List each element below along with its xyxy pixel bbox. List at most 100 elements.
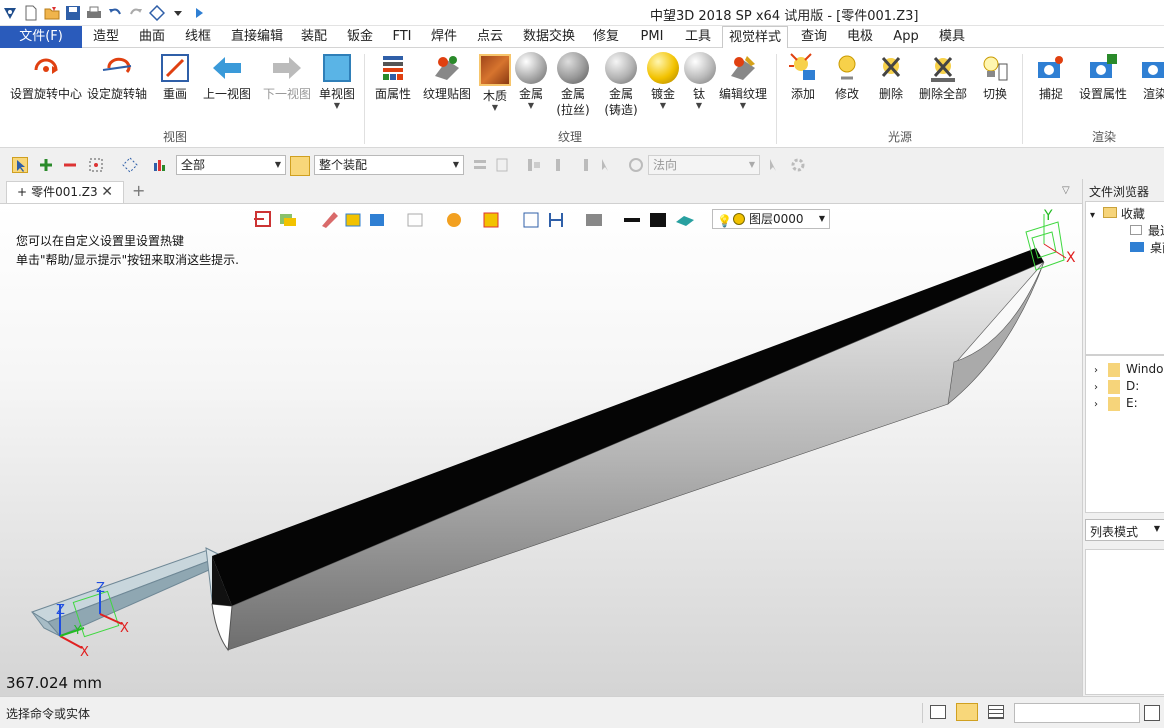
settings-gear-icon[interactable] — [790, 157, 806, 173]
eraser-icon[interactable] — [322, 212, 338, 228]
filter-select[interactable]: 全部 ▼ — [176, 155, 286, 175]
favorite-desktop[interactable]: 桌面 — [1130, 239, 1164, 256]
list-view-icon[interactable] — [988, 705, 1004, 719]
menu-surface[interactable]: 曲面 — [136, 26, 168, 48]
menu-assembly[interactable]: 装配 — [298, 26, 330, 48]
layer-select[interactable]: 💡 图层0000 ▼ — [712, 209, 830, 229]
drive-e[interactable]: › E: — [1094, 396, 1138, 411]
gold-plating-button[interactable]: 镀金 ▼ — [646, 52, 680, 110]
snap-right-icon[interactable] — [574, 157, 590, 173]
file-list-panel[interactable] — [1085, 549, 1164, 695]
menu-modeling[interactable]: 造型 — [90, 26, 122, 48]
display-mode-icon[interactable] — [956, 703, 978, 721]
lasso-select-icon[interactable] — [122, 157, 138, 173]
menu-direct-edit[interactable]: 直接编辑 — [228, 26, 286, 48]
menu-mold[interactable]: 模具 — [936, 26, 968, 48]
dimension-icon[interactable] — [549, 213, 563, 227]
expand-icon[interactable] — [1144, 705, 1160, 721]
single-view-button[interactable]: 单视图 ▼ — [318, 52, 356, 110]
remove-icon[interactable] — [62, 157, 78, 173]
menu-point-cloud[interactable]: 点云 — [474, 26, 506, 48]
tab-list-icon[interactable]: ▽ — [1062, 185, 1070, 196]
menu-file[interactable]: 文件(F) — [0, 26, 82, 48]
menu-weldment[interactable]: 焊件 — [428, 26, 460, 48]
pointer-icon[interactable] — [598, 157, 614, 173]
close-tab-icon[interactable]: ✕ — [101, 182, 113, 202]
play-arrow-icon[interactable] — [191, 5, 207, 21]
layout-icon[interactable] — [930, 705, 946, 719]
menu-app[interactable]: App — [890, 26, 922, 48]
section-icon[interactable] — [447, 213, 461, 227]
drive-d[interactable]: › D: — [1094, 379, 1139, 394]
drive-windows[interactable]: ›Windows — [1094, 362, 1164, 377]
menu-pmi[interactable]: PMI — [634, 26, 670, 48]
render-button[interactable]: 渲染 — [1138, 52, 1164, 102]
save-icon[interactable] — [65, 5, 81, 21]
menu-visual-style[interactable]: 视觉样式 — [722, 26, 788, 49]
next-view-button[interactable]: 下一视图 — [262, 52, 312, 102]
align-icon[interactable] — [472, 157, 488, 173]
wireframe-cube-icon[interactable] — [407, 213, 423, 227]
snap-left-icon[interactable] — [526, 157, 542, 173]
texture-map-button[interactable]: 纹理贴图 — [422, 52, 472, 102]
blade-model[interactable]: Y X Z Z X X Y — [0, 204, 1082, 696]
snap-center-icon[interactable] — [550, 157, 566, 173]
edit-texture-button[interactable]: 编辑纹理 ▼ — [716, 52, 770, 110]
pick-cursor-icon[interactable] — [12, 157, 28, 173]
new-tab-icon[interactable]: + — [132, 181, 145, 200]
titanium-button[interactable]: 钛 ▼ — [684, 52, 716, 110]
open-folder-icon[interactable] — [44, 5, 60, 21]
modify-light-button[interactable]: 修改 — [830, 52, 864, 102]
color-swatch-icon[interactable] — [650, 213, 666, 227]
material-icon[interactable] — [676, 216, 694, 226]
brushed-metal-button[interactable]: 金属 (拉丝) — [552, 52, 594, 118]
menu-fti[interactable]: FTI — [388, 26, 416, 48]
shaded-cube-icon[interactable] — [370, 214, 384, 226]
layers-icon[interactable] — [280, 214, 296, 226]
box-color-icon[interactable] — [345, 213, 361, 227]
dropdown-arrow-icon[interactable] — [170, 5, 186, 21]
add-icon[interactable] — [38, 157, 54, 173]
redraw-button[interactable]: 重画 — [158, 52, 192, 102]
delete-light-button[interactable]: 删除 — [874, 52, 908, 102]
box-select-icon[interactable] — [88, 157, 104, 173]
select-mode-icon[interactable] — [148, 4, 166, 22]
3d-viewport[interactable]: Y X Z Z X X Y 您可以在自定义设置里设置热键 单击"帮助/显示提示"… — [0, 203, 1082, 696]
capture-button[interactable]: 捕捉 — [1034, 52, 1068, 102]
menu-inquiry[interactable]: 查询 — [798, 26, 830, 48]
pick-pointer-icon[interactable] — [766, 157, 782, 173]
direction-select[interactable]: 法向 ▼ — [648, 155, 760, 175]
menu-tools[interactable]: 工具 — [682, 26, 714, 48]
add-light-button[interactable]: 添加 — [786, 52, 820, 102]
render-mode-icon[interactable] — [483, 212, 499, 228]
metal-texture-button[interactable]: 金属 ▼ — [514, 52, 548, 110]
wood-texture-button[interactable]: 木质 ▼ — [478, 54, 512, 112]
app-logo-icon[interactable] — [2, 5, 18, 21]
command-input[interactable] — [1014, 703, 1140, 723]
menu-sheet-metal[interactable]: 钣金 — [344, 26, 376, 48]
menu-wireframe[interactable]: 线框 — [182, 26, 214, 48]
menu-repair[interactable]: 修复 — [590, 26, 622, 48]
render-properties-button[interactable]: 设置属性 — [1076, 52, 1130, 102]
new-file-icon[interactable] — [23, 5, 39, 21]
previous-view-button[interactable]: 上一视图 — [202, 52, 252, 102]
print-icon[interactable] — [86, 5, 102, 21]
exit-icon[interactable] — [254, 211, 271, 227]
view-mode-select[interactable]: 列表模式 ▼ — [1085, 519, 1164, 541]
tab-part001[interactable]: + 零件001.Z3 ✕ — [6, 181, 124, 203]
line-style-icon[interactable] — [624, 218, 640, 222]
set-rotation-axis-button[interactable]: 设定旋转轴 — [86, 52, 148, 102]
cast-metal-button[interactable]: 金属 (铸造) — [600, 52, 642, 118]
background-icon[interactable] — [586, 214, 602, 226]
distribute-icon[interactable] — [494, 157, 510, 173]
undo-icon[interactable] — [107, 5, 123, 21]
redo-icon[interactable] — [128, 5, 144, 21]
favorites-node[interactable]: ▾ 收藏 — [1090, 205, 1145, 222]
menu-electrode[interactable]: 电极 — [844, 26, 876, 48]
face-attribute-button[interactable]: 面属性 — [372, 52, 414, 102]
filter-icon[interactable] — [152, 157, 168, 173]
scope-select[interactable]: 整个装配 ▼ — [314, 155, 464, 175]
assembly-scope-icon[interactable] — [290, 156, 310, 176]
favorite-recent[interactable]: 最近 — [1130, 222, 1164, 239]
switch-light-button[interactable]: 切换 — [978, 52, 1012, 102]
